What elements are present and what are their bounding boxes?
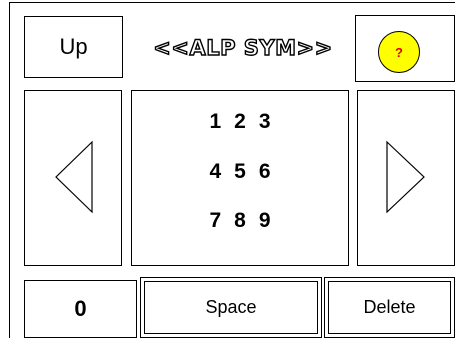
mode-title: <<ALP SYM>> — [153, 35, 333, 60]
delete-button-label: Delete — [363, 297, 416, 317]
left-arrow-button[interactable] — [24, 90, 122, 266]
up-button-label: Up — [59, 34, 88, 59]
key-3[interactable]: 3 — [259, 110, 271, 134]
key-5[interactable]: 5 — [234, 160, 246, 184]
key-2[interactable]: 2 — [234, 110, 246, 134]
space-button[interactable]: Space — [140, 277, 322, 338]
space-button-label: Space — [205, 297, 257, 317]
keypad-row-2: 4 5 6 — [132, 160, 348, 184]
right-arrow-button[interactable] — [357, 90, 455, 266]
triangle-right-icon — [386, 140, 425, 214]
zero-button[interactable]: 0 — [24, 280, 137, 338]
key-6[interactable]: 6 — [259, 160, 271, 184]
up-button[interactable]: Up — [24, 16, 123, 78]
key-4[interactable]: 4 — [209, 160, 221, 184]
key-7[interactable]: 7 — [209, 209, 221, 233]
key-9[interactable]: 9 — [259, 209, 271, 233]
help-label: ? — [395, 44, 403, 60]
zero-button-label: 0 — [74, 296, 87, 321]
key-8[interactable]: 8 — [234, 209, 246, 233]
keypad-row-3: 7 8 9 — [132, 209, 348, 233]
key-1[interactable]: 1 — [209, 110, 221, 134]
delete-button-inner: Delete — [328, 281, 451, 334]
keypad: 1 2 3 4 5 6 7 8 9 — [131, 90, 349, 266]
delete-button[interactable]: Delete — [324, 277, 455, 338]
space-button-inner: Space — [144, 281, 318, 334]
triangle-left-icon — [55, 140, 93, 214]
help-button[interactable]: ? — [355, 15, 455, 82]
keypad-row-1: 1 2 3 — [132, 110, 348, 134]
help-icon: ? — [378, 31, 420, 73]
